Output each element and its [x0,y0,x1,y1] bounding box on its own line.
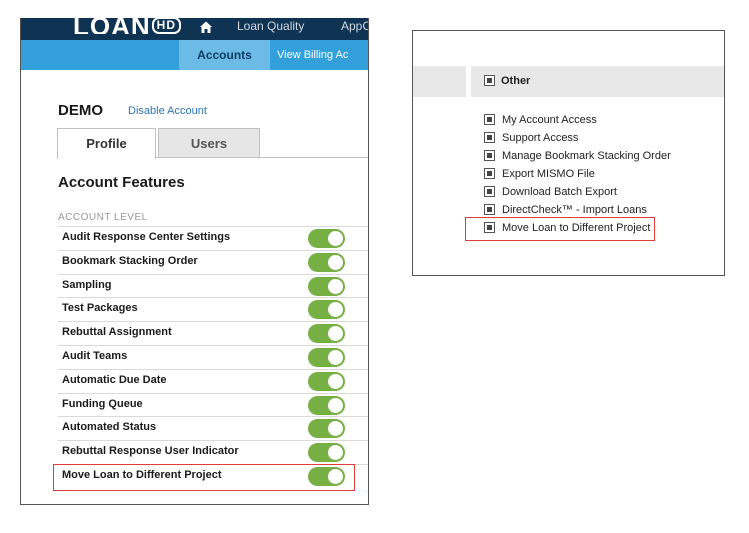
permission-item[interactable]: Support Access [484,131,671,149]
permission-group-header: Other [413,66,724,97]
permission-label: Download Batch Export [502,186,617,198]
permission-label: Export MISMO File [502,168,595,180]
checkbox-icon[interactable] [484,113,495,125]
logo-text: LOAN [73,18,151,34]
feature-row: Audit Teams [58,344,368,369]
permission-item[interactable]: My Account Access [484,113,671,131]
feature-label: Audit Response Center Settings [62,231,231,243]
feature-label: Rebuttal Response User Indicator [62,445,239,458]
toggle-switch[interactable] [308,300,345,320]
logo-badge: HD [151,18,182,34]
toggle-switch[interactable] [308,443,345,463]
toggle-knob [328,302,343,318]
toggle-knob [328,373,343,389]
loanhd-logo[interactable]: LOAN HD [73,18,182,34]
checkbox-icon[interactable] [484,74,495,86]
toggle-switch[interactable] [308,419,345,439]
account-features-heading: Account Features [58,174,185,191]
group-label: Other [501,75,531,87]
toggle-knob [328,326,343,342]
feature-row: Bookmark Stacking Order [58,249,368,274]
toggle-switch[interactable] [308,276,345,296]
toggle-switch[interactable] [308,324,345,344]
tab-accounts[interactable]: Accounts [179,40,270,70]
checkbox-icon[interactable] [484,185,495,197]
checkbox-icon[interactable] [484,203,495,215]
toggle-switch[interactable] [308,347,345,367]
toggle-switch[interactable] [308,395,345,415]
checkbox-icon[interactable] [484,167,495,179]
toggle-switch[interactable] [308,371,345,391]
highlight-box [53,464,355,491]
account-name: DEMO [58,102,103,119]
feature-label: Sampling [62,278,112,291]
feature-row: Sampling [58,273,368,298]
feature-row: Test Packages [58,297,368,321]
toggle-knob [328,397,343,413]
feature-label: Rebuttal Assignment [62,326,172,339]
feature-row: Funding Queue [58,392,368,417]
feature-row: Audit Response Center Settings [58,226,368,250]
permission-label: Support Access [502,132,579,144]
disable-account-link[interactable]: Disable Account [128,105,207,117]
top-navigation-bar: LOAN HD Loan Quality AppC [21,18,368,40]
permission-label: DirectCheck™ - Import Loans [502,204,647,216]
permission-label: My Account Access [502,114,597,126]
toggle-knob [328,231,343,246]
toggle-knob [328,278,343,294]
toggle-knob [328,445,343,461]
toggle-knob [328,421,343,437]
group-other[interactable]: Other [484,74,531,87]
checkbox-icon[interactable] [484,149,495,161]
column-divider [466,66,471,97]
permission-item[interactable]: Export MISMO File [484,167,671,185]
account-settings-panel: LOAN HD Loan Quality AppC Accounts View B… [20,18,369,505]
tab-view-billing[interactable]: View Billing Ac [277,40,348,70]
feature-label: Automated Status [62,421,157,434]
account-level-label: ACCOUNT LEVEL [58,212,148,223]
toggle-knob [328,349,343,365]
home-icon[interactable] [199,20,213,34]
feature-label: Audit Teams [62,349,128,362]
feature-list: Audit Response Center Settings Bookmark S… [58,226,368,488]
feature-row: Automated Status [58,416,368,440]
toggle-switch[interactable] [308,229,345,248]
nav-loan-quality[interactable]: Loan Quality [237,18,304,34]
permission-item[interactable]: Download Batch Export [484,185,671,203]
section-tab-bar: Accounts View Billing Ac [21,40,368,70]
subtab-profile[interactable]: Profile [57,128,156,159]
feature-row: Rebuttal Response User Indicator [58,440,368,464]
checkbox-icon[interactable] [484,131,495,143]
permission-item[interactable]: Manage Bookmark Stacking Order [484,149,671,167]
subtab-users[interactable]: Users [158,128,260,158]
toggle-switch[interactable] [308,252,345,272]
feature-label: Funding Queue [62,397,143,410]
feature-row: Automatic Due Date [58,368,368,393]
permissions-panel: Other My Account Access Support Access Man… [412,30,725,276]
feature-row: Rebuttal Assignment [58,321,368,345]
toggle-knob [328,254,343,270]
feature-label: Test Packages [62,302,138,315]
nav-app[interactable]: AppC [341,18,368,34]
feature-label: Bookmark Stacking Order [62,254,198,267]
highlight-box [465,217,655,241]
permission-label: Manage Bookmark Stacking Order [502,150,671,162]
feature-label: Automatic Due Date [62,373,167,386]
